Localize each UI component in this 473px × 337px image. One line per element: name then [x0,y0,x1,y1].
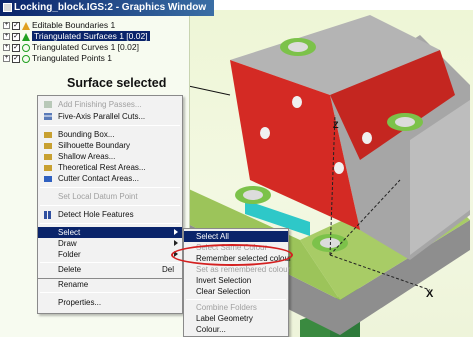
z-axis-label: Z [333,120,339,130]
menu-separator [186,299,286,300]
silhouette-boundary-icon [44,143,52,149]
expand-icon[interactable]: + [3,55,10,63]
submenu-item-label-geometry[interactable]: Label Geometry [184,313,288,324]
hole-features-icon [44,211,51,219]
context-menu-lower: Rename Properties... [37,279,183,314]
menu-item-cutter-contact-areas[interactable]: Cutter Contact Areas... [38,173,182,184]
menu-separator [40,292,180,293]
tree-item-triangulated-points[interactable]: + ✓ Triangulated Points 1 [3,53,112,64]
title-bar[interactable]: Locking_block.IGS:2 - Graphics Window [0,0,214,16]
submenu-item-select-all[interactable]: Select All [184,231,288,242]
submenu-item-colour[interactable]: Colour... [184,324,288,335]
menu-separator [40,187,180,188]
context-menu: Add Finishing Passes... Five-Axis Parall… [37,95,183,279]
triangle-icon [22,32,30,41]
menu-separator [40,223,180,224]
x-axis-label: X [426,288,434,300]
tree-item-label: Triangulated Curves 1 [0.02] [32,42,139,52]
submenu-item-combine-folders[interactable]: Combine Folders [184,302,288,313]
rest-areas-icon [44,165,52,171]
menu-item-folder[interactable]: Folder [38,249,182,260]
wall-hole [362,132,372,144]
menu-separator [40,262,180,263]
expand-icon[interactable]: + [3,44,10,52]
window-title: Locking_block.IGS:2 - Graphics Window [14,2,207,13]
annotation-ellipse [171,244,293,266]
expand-icon[interactable]: + [3,22,10,30]
checkbox-icon[interactable]: ✓ [12,43,20,52]
submenu-arrow-icon [174,229,178,235]
bounding-box-icon [44,132,52,138]
menu-item-set-local-datum-point[interactable]: Set Local Datum Point [38,191,182,202]
menu-item-add-finishing-passes[interactable]: Add Finishing Passes... [38,99,182,110]
circle-icon [22,43,30,52]
tree-item-label: Triangulated Surfaces 1 [0.02] [32,31,150,41]
surface-selected-callout: Surface selected [67,76,167,90]
menu-separator [40,205,180,206]
shortcut-label: Del [161,265,174,274]
circle-icon [22,54,30,63]
wall-hole [260,127,270,139]
cutter-contact-icon [44,176,52,182]
triangle-icon [22,21,30,30]
finishing-passes-icon [44,101,52,108]
tree-item-editable-boundaries[interactable]: + ✓ Editable Boundaries 1 [3,20,115,31]
menu-item-shallow-areas[interactable]: Shallow Areas... [38,151,182,162]
submenu-item-invert-selection[interactable]: Invert Selection [184,275,288,286]
checkbox-icon[interactable]: ✓ [12,32,20,41]
window-icon [3,3,12,12]
menu-item-draw[interactable]: Draw [38,238,182,249]
tree-item-label: Triangulated Points 1 [32,53,113,63]
menu-item-select[interactable]: Select [38,227,182,238]
parallel-cuts-icon [44,113,52,120]
wall-hole [334,162,344,174]
menu-separator [40,125,180,126]
menu-item-properties[interactable]: Properties... [38,297,182,308]
menu-item-delete[interactable]: Delete Del [38,264,182,275]
wall-hole [292,96,302,108]
tree-item-triangulated-curves[interactable]: + ✓ Triangulated Curves 1 [0.02] [3,42,139,53]
menu-item-rename[interactable]: Rename [38,279,182,290]
checkbox-icon[interactable]: ✓ [12,54,20,63]
checkbox-icon[interactable]: ✓ [12,21,20,30]
tree-item-label: Editable Boundaries 1 [32,20,116,30]
shallow-areas-icon [44,154,52,160]
submenu-item-clear-selection[interactable]: Clear Selection [184,286,288,297]
tree-item-triangulated-surfaces[interactable]: + ✓ Triangulated Surfaces 1 [0.02] [3,31,150,42]
submenu-arrow-icon [174,240,178,246]
expand-icon[interactable]: + [3,33,10,41]
menu-item-silhouette-boundary[interactable]: Silhouette Boundary [38,140,182,151]
menu-item-five-axis-parallel-cuts[interactable]: Five-Axis Parallel Cuts... [38,111,182,122]
menu-item-detect-hole-features[interactable]: Detect Hole Features [38,209,182,220]
menu-item-bounding-box[interactable]: Bounding Box... [38,129,182,140]
graphics-window: Z X Locking_block.IGS:2 - Graphics Windo… [0,0,473,337]
menu-item-theoretical-rest-areas[interactable]: Theoretical Rest Areas... [38,162,182,173]
